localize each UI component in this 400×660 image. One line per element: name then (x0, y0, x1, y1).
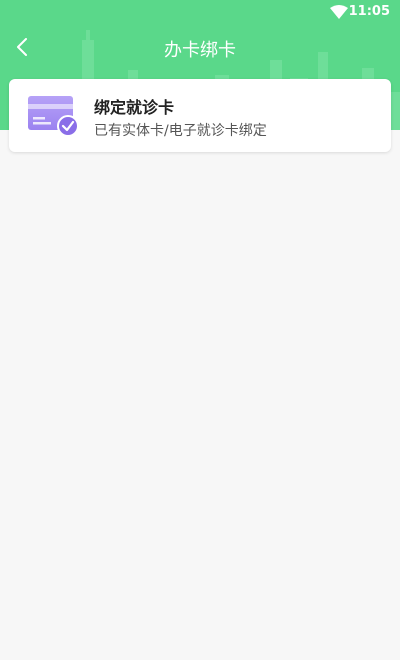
card-subtitle: 已有实体卡/电子就诊卡绑定 (94, 123, 267, 139)
card-check-icon (28, 96, 79, 137)
bind-card-option[interactable]: 绑定就诊卡 已有实体卡/电子就诊卡绑定 (9, 79, 391, 152)
wifi-icon (330, 5, 348, 19)
status-bar: 11:05 (0, 0, 400, 24)
nav-bar: 办卡绑卡 (0, 30, 400, 64)
page-title: 办卡绑卡 (164, 40, 236, 61)
status-time: 11:05 (348, 4, 390, 19)
card-title: 绑定就诊卡 (94, 98, 175, 117)
